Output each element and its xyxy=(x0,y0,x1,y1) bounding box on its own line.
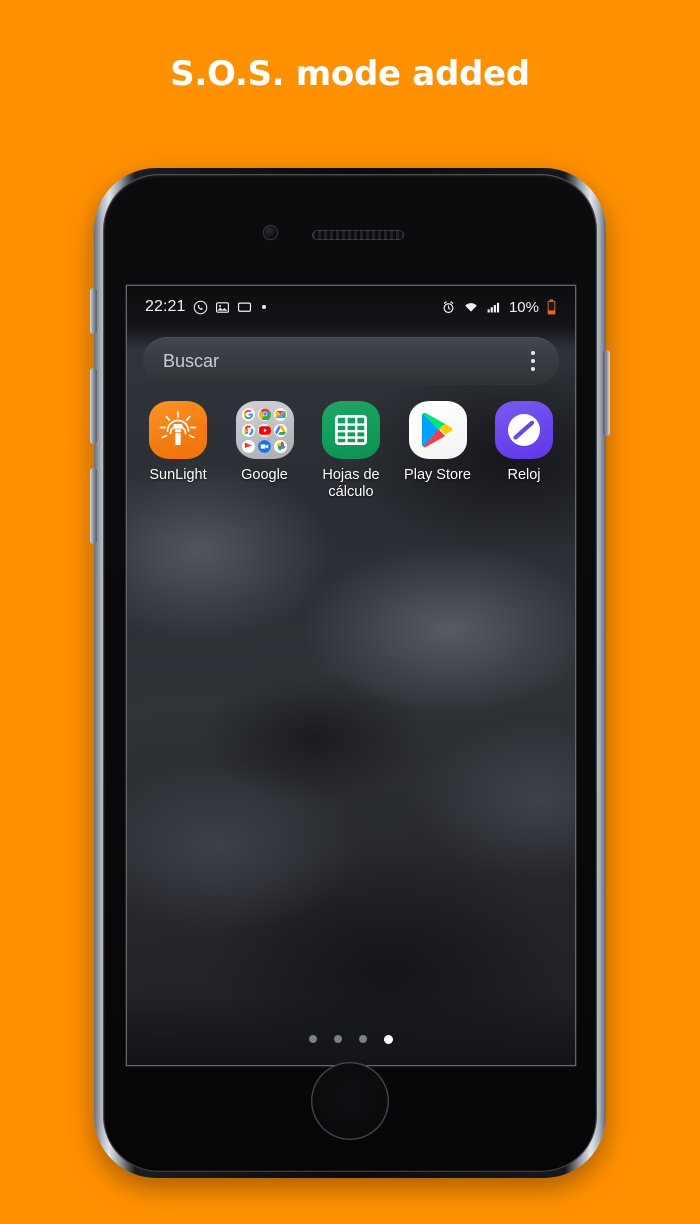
app-icon-sunlight[interactable]: SunLight xyxy=(135,401,221,501)
app-grid: SunLight Google Hojas de cálculo Play St… xyxy=(135,401,567,501)
play-icon xyxy=(242,439,255,453)
page-title: S.O.S. mode added xyxy=(170,54,530,94)
youtube-icon xyxy=(258,423,271,437)
battery-percent: 10% xyxy=(508,298,539,316)
app-icon-google-folder[interactable]: Google xyxy=(222,401,308,501)
gallery-icon xyxy=(215,300,230,315)
drive-icon xyxy=(274,423,287,437)
app-label: Google xyxy=(241,467,288,483)
maps-icon xyxy=(242,423,255,437)
photos-icon xyxy=(274,439,287,453)
screen-cast-icon xyxy=(237,300,252,315)
volume-up-button[interactable] xyxy=(90,368,97,444)
notification-dot-icon xyxy=(261,305,266,309)
page-indicator xyxy=(127,1035,575,1044)
chrome-icon xyxy=(258,407,271,421)
app-icon-clock[interactable]: Reloj xyxy=(481,401,567,501)
home-button[interactable] xyxy=(311,1062,389,1140)
app-label: Play Store xyxy=(404,467,471,483)
status-clock: 22:21 xyxy=(145,298,186,315)
status-bar: 22:21 10% xyxy=(127,286,575,328)
whatsapp-icon xyxy=(193,300,208,315)
more-options-icon[interactable] xyxy=(527,347,540,376)
page-dot[interactable] xyxy=(359,1035,367,1043)
app-label: Hojas de cálculo xyxy=(322,467,380,501)
play-store-icon[interactable] xyxy=(408,401,467,459)
phone-screen: 22:21 10% Buscar SunLight Google Hojas d… xyxy=(127,286,575,1065)
front-camera-icon xyxy=(264,226,277,239)
meet-icon xyxy=(258,439,271,453)
page-dot-active[interactable] xyxy=(384,1035,393,1044)
page-dot[interactable] xyxy=(334,1035,342,1043)
alarm-icon xyxy=(441,300,456,315)
power-button[interactable] xyxy=(603,350,610,436)
app-icon-play-store[interactable]: Play Store xyxy=(395,401,481,501)
app-label: SunLight xyxy=(149,467,207,483)
google-sheets-icon[interactable] xyxy=(322,401,380,459)
google-folder-icon[interactable] xyxy=(235,401,294,459)
volume-down-button[interactable] xyxy=(90,468,97,544)
search-bar[interactable]: Buscar xyxy=(143,337,559,385)
phone-mockup: 22:21 10% Buscar SunLight Google Hojas d… xyxy=(90,168,610,1178)
signal-icon xyxy=(486,300,501,315)
app-icon-sheets[interactable]: Hojas de cálculo xyxy=(308,401,394,501)
search-input-placeholder[interactable]: Buscar xyxy=(163,351,527,372)
wallpaper-bottom-shade xyxy=(127,995,575,1065)
battery-low-icon xyxy=(546,299,557,315)
status-bar-right: 10% xyxy=(441,299,557,316)
status-bar-left: 22:21 xyxy=(145,298,266,316)
wifi-icon xyxy=(463,300,479,315)
flashlight-icon[interactable] xyxy=(149,401,207,459)
google-icon xyxy=(242,407,255,421)
silent-switch-button[interactable] xyxy=(90,288,97,334)
page-dot[interactable] xyxy=(309,1035,317,1043)
earpiece-speaker-icon xyxy=(312,230,404,240)
gmail-icon xyxy=(274,407,287,421)
app-label: Reloj xyxy=(507,467,541,483)
clock-icon[interactable] xyxy=(495,401,553,459)
